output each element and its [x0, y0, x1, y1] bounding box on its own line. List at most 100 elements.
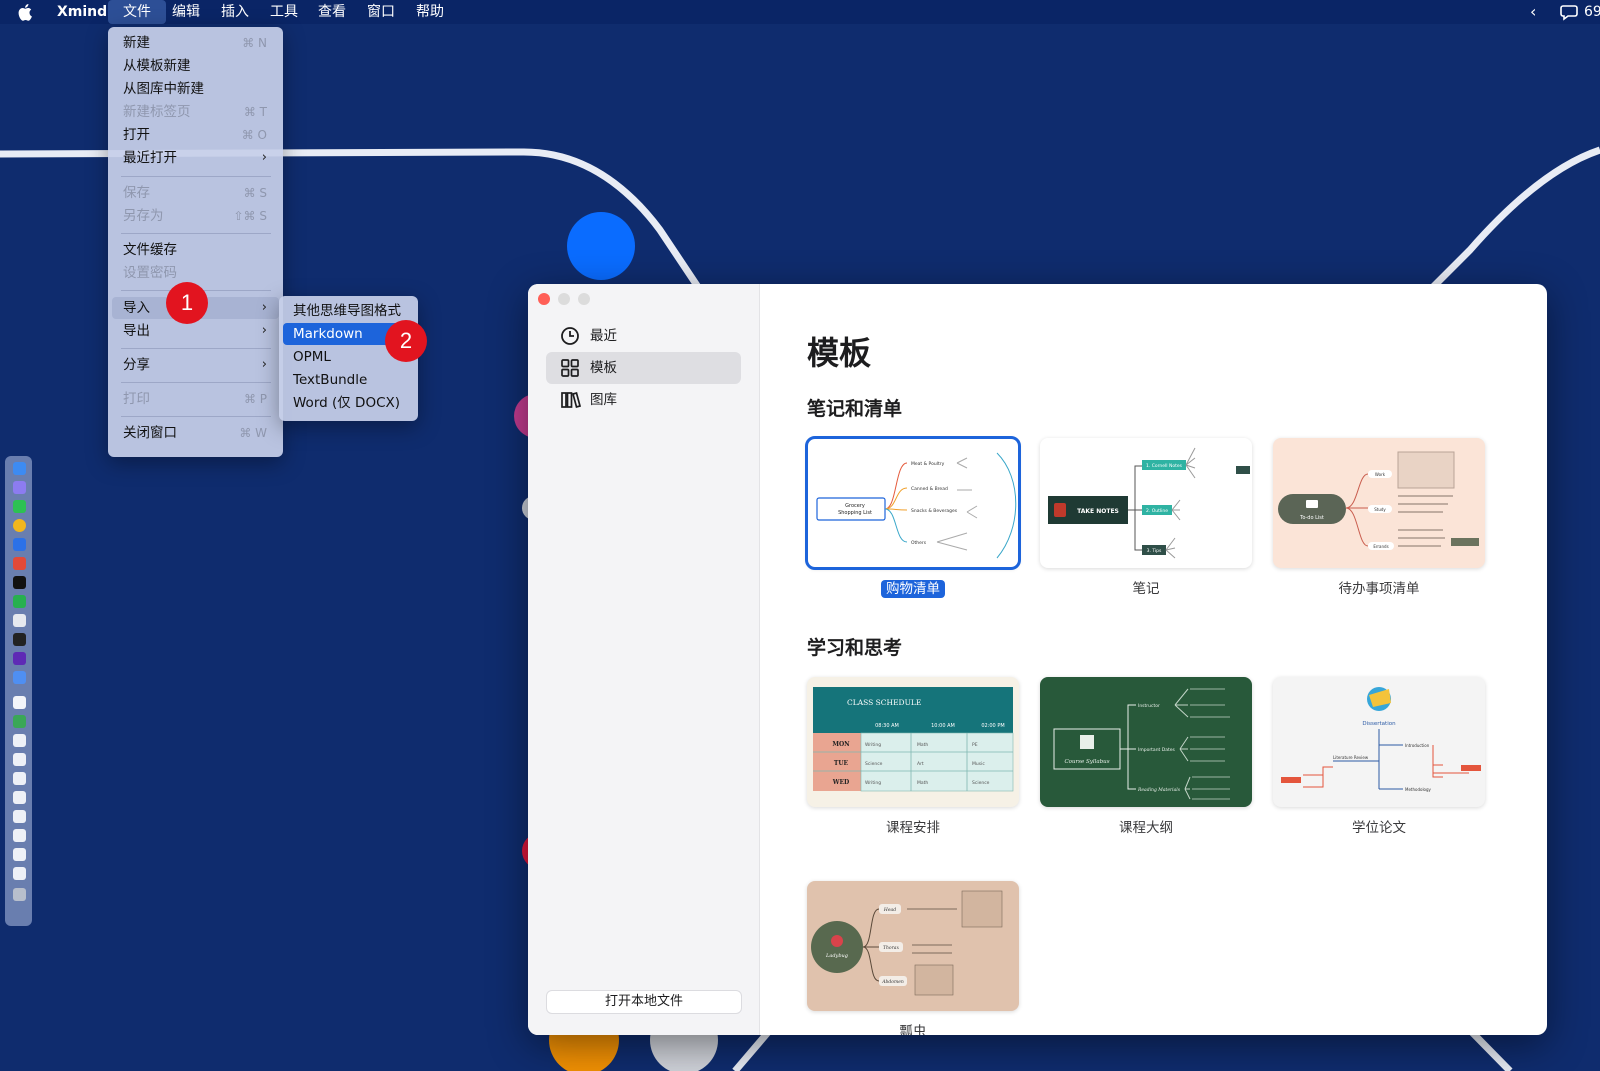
template-label-ladybug[interactable]: 瓢虫 — [807, 1020, 1019, 1035]
drive-icon[interactable] — [13, 715, 26, 728]
chat-icon[interactable] — [1560, 3, 1580, 21]
chevron-right-icon: › — [261, 357, 267, 372]
launchpad-icon[interactable] — [13, 481, 26, 494]
svg-text:3. Tips: 3. Tips — [1147, 548, 1162, 554]
template-card-ladybug[interactable]: Ladybug Head Thorax Abdomen — [807, 881, 1019, 1011]
document-icon[interactable] — [13, 696, 26, 709]
messages-icon[interactable] — [13, 595, 26, 608]
svg-text:Snacks & Beverages: Snacks & Beverages — [911, 508, 958, 514]
template-label-notes[interactable]: 笔记 — [1040, 577, 1252, 597]
svg-text:To-do List: To-do List — [1299, 515, 1324, 521]
svg-text:Thorax: Thorax — [883, 945, 899, 951]
svg-text:Shopping List: Shopping List — [838, 510, 872, 516]
app-icon[interactable] — [13, 576, 26, 589]
menu-window[interactable]: 窗口 — [367, 0, 395, 24]
menu-item-open[interactable]: 打开 ⌘ O — [112, 124, 279, 146]
svg-text:1. Cornell Notes: 1. Cornell Notes — [1146, 463, 1183, 469]
submenu-item-textbundle[interactable]: TextBundle — [283, 369, 414, 391]
menu-file[interactable]: 文件 — [108, 0, 166, 24]
menu-item-new[interactable]: 新建 ⌘ N — [112, 32, 279, 54]
zoom-window-button[interactable] — [578, 293, 590, 305]
svg-text:Course Syllabus: Course Syllabus — [1064, 759, 1109, 765]
svg-text:TAKE NOTES: TAKE NOTES — [1077, 508, 1119, 515]
menu-item-close-window[interactable]: 关闭窗口 ⌘ W — [112, 422, 279, 444]
chevron-right-icon: › — [261, 300, 267, 315]
close-window-button[interactable] — [538, 293, 550, 305]
class-schedule-thumbnail: CLASS SCHEDULE 08:30 AM 10:00 AM 02:00 P… — [813, 687, 1014, 792]
app-menu[interactable]: Xmind — [57, 0, 107, 24]
menu-tools[interactable]: 工具 — [270, 0, 298, 24]
template-card-shopping-list[interactable]: Grocery Shopping List Meat & Poultry Can… — [805, 436, 1021, 570]
svg-text:Important Dates: Important Dates — [1138, 747, 1175, 753]
svg-text:Dissertation: Dissertation — [1362, 721, 1396, 727]
submenu-item-word[interactable]: Word (仅 DOCX) — [283, 392, 414, 414]
nav-recent[interactable]: 最近 — [546, 320, 741, 352]
app-icon[interactable] — [13, 652, 26, 665]
svg-text:Instructor: Instructor — [1138, 703, 1160, 709]
finder-icon[interactable] — [13, 462, 26, 475]
course-syllabus-thumbnail: Course Syllabus Instructor Important Dat… — [1053, 688, 1230, 800]
document-icon[interactable] — [13, 791, 26, 804]
template-card-class-schedule[interactable]: CLASS SCHEDULE 08:30 AM 10:00 AM 02:00 P… — [807, 677, 1019, 807]
svg-text:Introduction: Introduction — [1405, 743, 1430, 748]
menu-view[interactable]: 查看 — [318, 0, 346, 24]
app-icon[interactable] — [13, 633, 26, 646]
menu-item-new-from-library[interactable]: 从图库中新建 — [112, 78, 279, 100]
menubar-chevron-icon[interactable]: ‹ — [1530, 0, 1536, 24]
svg-text:Work: Work — [1375, 472, 1386, 477]
menu-item-print: 打印 ⌘ P — [123, 391, 267, 407]
clock-icon — [561, 327, 579, 345]
document-icon[interactable] — [13, 829, 26, 842]
svg-text:Errands: Errands — [1373, 544, 1388, 549]
menu-item-export[interactable]: 导出 › — [112, 320, 279, 342]
grid-icon — [561, 359, 579, 377]
menu-edit[interactable]: 编辑 — [172, 0, 200, 24]
template-label-class-schedule[interactable]: 课程安排 — [807, 816, 1019, 836]
nav-library[interactable]: 图库 — [546, 384, 741, 416]
open-local-file-button[interactable]: 打开本地文件 — [546, 990, 742, 1014]
nav-templates[interactable]: 模板 — [546, 352, 741, 384]
window-sidebar: 最近 模板 图库 打开本地文件 — [528, 284, 760, 1035]
svg-text:WED: WED — [832, 779, 850, 786]
app-icon[interactable] — [13, 557, 26, 570]
edge-icon[interactable] — [13, 538, 26, 551]
document-icon[interactable] — [13, 734, 26, 747]
document-icon[interactable] — [13, 867, 26, 880]
template-label-shopping-list[interactable]: 购物清单 — [807, 577, 1019, 598]
trash-icon[interactable] — [13, 888, 26, 901]
template-card-dissertation[interactable]: Dissertation Introduction Literature Rev… — [1273, 677, 1485, 807]
chrome-icon[interactable] — [13, 519, 26, 532]
template-label-dissertation[interactable]: 学位论文 — [1273, 816, 1485, 836]
svg-text:Math: Math — [917, 742, 928, 748]
svg-text:CLASS SCHEDULE: CLASS SCHEDULE — [847, 698, 921, 707]
menu-item-file-cache[interactable]: 文件缓存 — [112, 239, 279, 261]
menu-item-share[interactable]: 分享 › — [112, 354, 279, 376]
menu-item-save: 保存 ⌘ S — [123, 185, 267, 201]
template-card-notes[interactable]: TAKE NOTES 1. Cornell Notes 2. Outline 3… — [1040, 438, 1252, 568]
template-card-course-syllabus[interactable]: Course Syllabus Instructor Important Dat… — [1040, 677, 1252, 807]
document-icon[interactable] — [13, 772, 26, 785]
app-icon[interactable] — [13, 614, 26, 627]
shopping-list-thumbnail: Grocery Shopping List Meat & Poultry Can… — [816, 452, 1017, 559]
nav-label: 模板 — [590, 360, 617, 376]
menu-item-new-from-template[interactable]: 从模板新建 — [112, 55, 279, 77]
apple-logo-icon[interactable] — [18, 3, 34, 21]
svg-text:Reading Materials: Reading Materials — [1137, 787, 1181, 793]
svg-text:02:00 PM: 02:00 PM — [981, 723, 1004, 729]
app-icon[interactable] — [13, 671, 26, 684]
document-icon[interactable] — [13, 753, 26, 766]
section-title-study: 学习和思考 — [807, 637, 903, 659]
menu-help[interactable]: 帮助 — [416, 0, 444, 24]
library-icon — [561, 391, 582, 409]
menu-item-recent[interactable]: 最近打开 › — [112, 147, 279, 169]
page-title: 模板 — [807, 334, 872, 372]
template-label-todo-list[interactable]: 待办事项清单 — [1273, 577, 1485, 597]
submenu-item-other-formats[interactable]: 其他思维导图格式 — [283, 300, 414, 322]
menu-insert[interactable]: 插入 — [221, 0, 249, 24]
document-icon[interactable] — [13, 810, 26, 823]
template-card-todo-list[interactable]: To-do List Work Study Errands — [1273, 438, 1485, 568]
document-icon[interactable] — [13, 848, 26, 861]
minimize-window-button[interactable] — [558, 293, 570, 305]
wechat-icon[interactable] — [13, 500, 26, 513]
template-label-course-syllabus[interactable]: 课程大纲 — [1040, 816, 1252, 836]
